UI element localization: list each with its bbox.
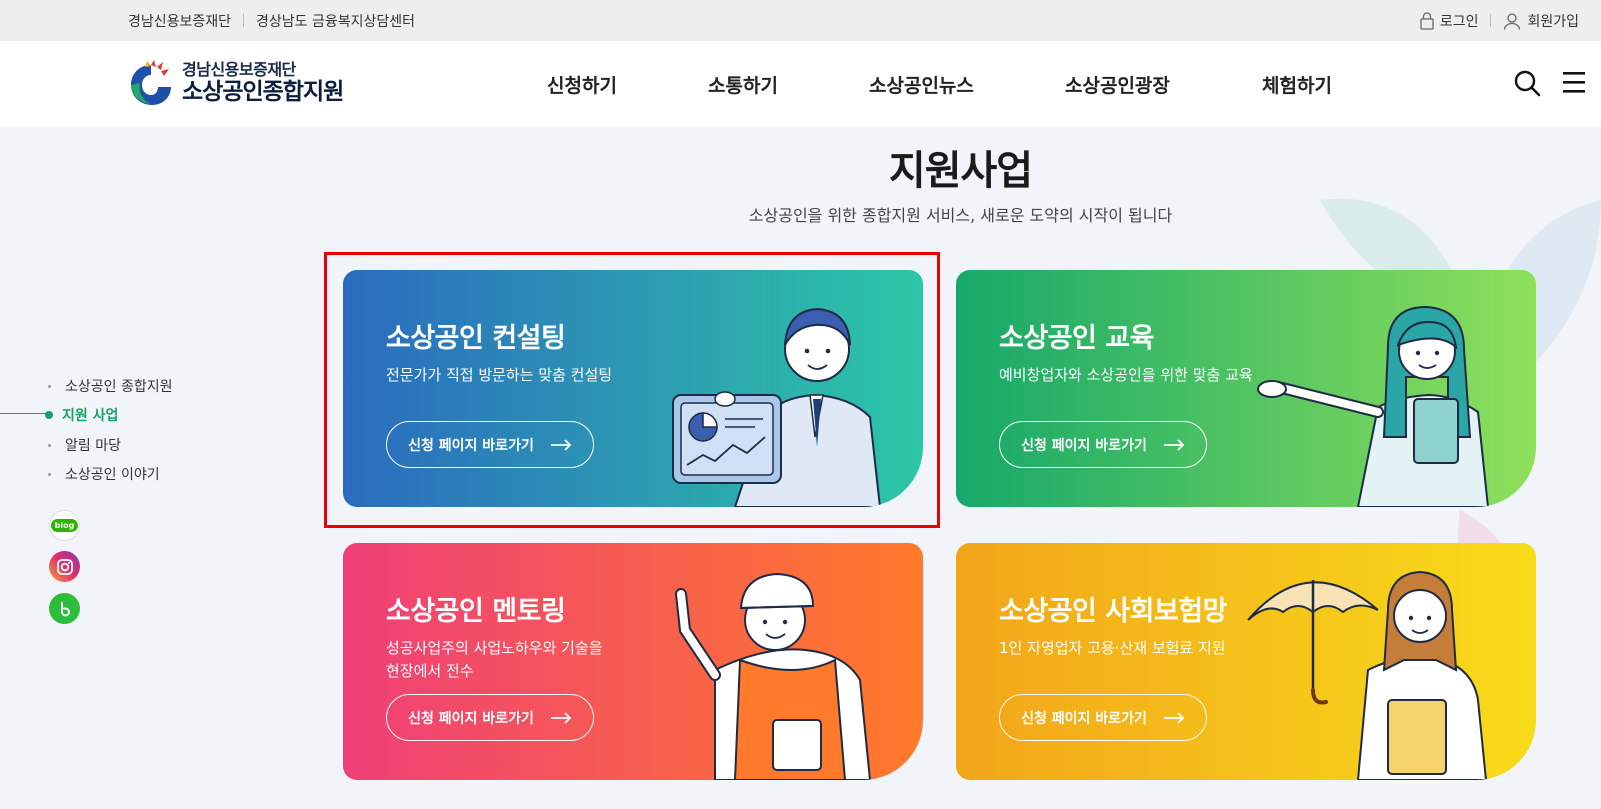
header-tools bbox=[1513, 69, 1587, 97]
arrow-right-icon bbox=[1163, 711, 1185, 724]
logo-subtitle: 경남신용보증재단 bbox=[182, 60, 296, 79]
card-education: 소상공인 교육 예비창업자와 소상공인을 위한 맞춤 교육 신청 페이지 바로가… bbox=[956, 270, 1536, 507]
menu-icon[interactable] bbox=[1561, 69, 1587, 95]
search-icon[interactable] bbox=[1513, 69, 1541, 97]
arrow-right-icon bbox=[550, 438, 572, 451]
band-icon bbox=[60, 601, 70, 616]
sidenav-item-support-programs[interactable]: 지원 사업 bbox=[45, 405, 119, 425]
sidenav-item-general-support[interactable]: 소상공인 종합지원 bbox=[48, 376, 173, 396]
link-gyeongnam-credit[interactable]: 경남신용보증재단 bbox=[128, 11, 231, 31]
divider bbox=[243, 14, 245, 27]
login-label: 로그인 bbox=[1439, 13, 1479, 30]
bullet bbox=[48, 384, 51, 388]
apply-page-button[interactable]: 신청 페이지 바로가기 bbox=[386, 694, 594, 741]
card-description: 전문가가 직접 방문하는 맞춤 컨설팅 bbox=[386, 366, 613, 384]
consultant-illustration bbox=[672, 307, 882, 507]
user-icon bbox=[1504, 12, 1521, 30]
blog-icon: blog bbox=[50, 519, 79, 532]
card-title: 소상공인 컨설팅 bbox=[386, 323, 566, 354]
card-description: 예비창업자와 소상공인을 위한 맞춤 교육 bbox=[999, 366, 1253, 384]
button-label: 신청 페이지 바로가기 bbox=[1021, 437, 1147, 454]
sidenav-item-stories[interactable]: 소상공인 이야기 bbox=[48, 464, 160, 484]
logo-emblem-icon bbox=[131, 60, 171, 105]
signup-label: 회원가입 bbox=[1527, 13, 1579, 30]
apply-page-button[interactable]: 신청 페이지 바로가기 bbox=[999, 694, 1207, 741]
card-consulting: 소상공인 컨설팅 전문가가 직접 방문하는 맞춤 컨설팅 신청 페이지 바로가기 bbox=[343, 270, 923, 507]
sidenav-item-notices[interactable]: 알림 마당 bbox=[48, 435, 121, 455]
card-description: 1인 자영업자 고용·산재 보험료 지원 bbox=[999, 639, 1226, 657]
account-links: 로그인 회원가입 bbox=[1420, 0, 1579, 41]
sidenav-label: 알림 마당 bbox=[65, 438, 121, 454]
insurance-illustration bbox=[1247, 570, 1488, 780]
link-financial-welfare-center[interactable]: 경상남도 금융복지상담센터 bbox=[256, 11, 415, 31]
button-label: 신청 페이지 바로가기 bbox=[408, 710, 534, 727]
card-social-insurance: 소상공인 사회보험망 1인 자영업자 고용·산재 보험료 지원 신청 페이지 바… bbox=[956, 543, 1536, 780]
blog-link[interactable]: blog bbox=[49, 510, 80, 541]
instagram-icon bbox=[56, 558, 73, 575]
bullet bbox=[48, 443, 51, 447]
nav-communicate[interactable]: 소통하기 bbox=[708, 71, 778, 98]
logo-title: 소상공인종합지원 bbox=[182, 79, 344, 105]
lock-icon bbox=[1420, 11, 1434, 30]
active-bullet bbox=[45, 411, 53, 419]
button-label: 신청 페이지 바로가기 bbox=[1021, 710, 1147, 727]
bullet bbox=[48, 472, 51, 476]
card-title: 소상공인 교육 bbox=[999, 323, 1154, 354]
nav-experience[interactable]: 체험하기 bbox=[1262, 71, 1332, 98]
page-subtitle: 소상공인을 위한 종합지원 서비스, 새로운 도약의 시작이 됩니다 bbox=[748, 206, 1173, 225]
apply-page-button[interactable]: 신청 페이지 바로가기 bbox=[999, 421, 1207, 468]
logo-text: 경남신용보증재단 소상공인종합지원 bbox=[182, 60, 344, 105]
divider bbox=[1490, 14, 1492, 27]
card-description: 성공사업주의 사업노하우와 기술을 현장에서 전수 bbox=[386, 639, 603, 680]
signup-link[interactable]: 회원가입 bbox=[1503, 11, 1579, 31]
arrow-right-icon bbox=[1163, 438, 1185, 451]
card-mentoring: 소상공인 멘토링 성공사업주의 사업노하우와 기술을 현장에서 전수 신청 페이… bbox=[343, 543, 923, 780]
utility-bar: 경남신용보증재단 경상남도 금융복지상담센터 로그인 회원가입 bbox=[0, 0, 1601, 41]
sidenav-label: 소상공인 종합지원 bbox=[65, 379, 173, 395]
sidenav-label: 소상공인 이야기 bbox=[65, 467, 160, 483]
card-title: 소상공인 사회보험망 bbox=[999, 596, 1227, 627]
nav-news[interactable]: 소상공인뉴스 bbox=[869, 71, 974, 98]
button-label: 신청 페이지 바로가기 bbox=[408, 437, 534, 454]
band-link[interactable] bbox=[49, 593, 80, 624]
family-links: 경남신용보증재단 경상남도 금융복지상담센터 bbox=[128, 0, 415, 41]
site-header: 경남신용보증재단 소상공인종합지원 신청하기 소통하기 소상공인뉴스 소상공인광… bbox=[0, 41, 1601, 127]
card-title: 소상공인 멘토링 bbox=[386, 596, 566, 627]
sidenav-label: 지원 사업 bbox=[62, 408, 119, 424]
nav-plaza[interactable]: 소상공인광장 bbox=[1065, 71, 1170, 98]
apply-page-button[interactable]: 신청 페이지 바로가기 bbox=[386, 421, 594, 468]
page-title: 지원사업 bbox=[888, 148, 1033, 194]
site-logo[interactable]: 경남신용보증재단 소상공인종합지원 bbox=[128, 59, 344, 107]
active-indicator-line bbox=[0, 413, 46, 414]
educator-illustration bbox=[1257, 305, 1490, 507]
instagram-link[interactable] bbox=[49, 551, 80, 582]
login-link[interactable]: 로그인 bbox=[1420, 11, 1479, 31]
arrow-right-icon bbox=[550, 711, 572, 724]
nav-apply[interactable]: 신청하기 bbox=[547, 71, 617, 98]
